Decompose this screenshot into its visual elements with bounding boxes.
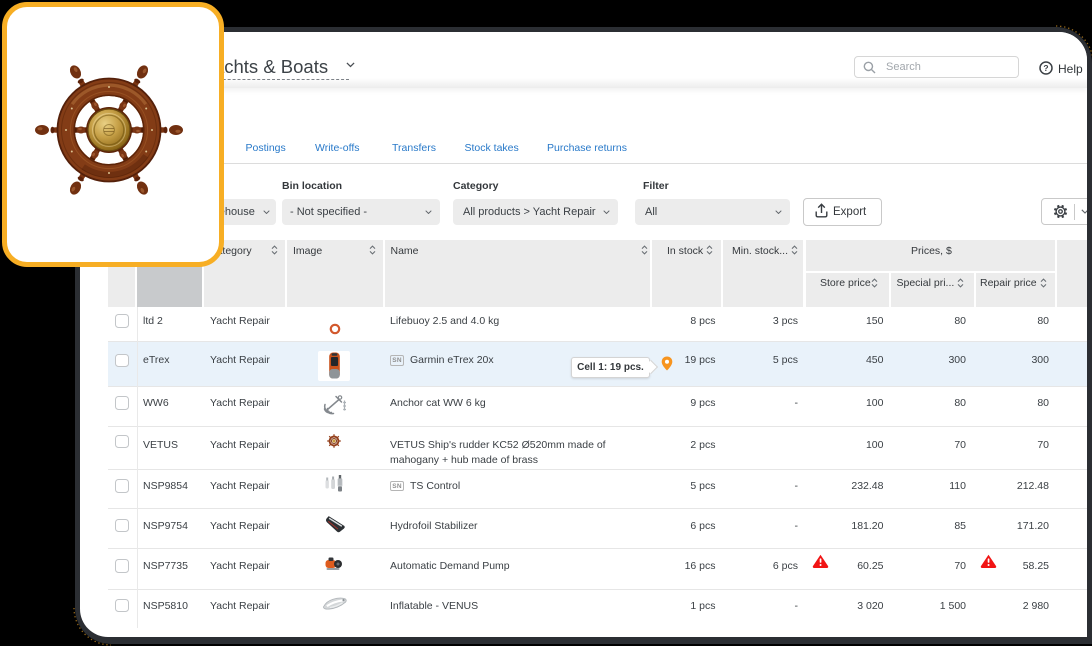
svg-text:?: ? xyxy=(1043,63,1048,73)
